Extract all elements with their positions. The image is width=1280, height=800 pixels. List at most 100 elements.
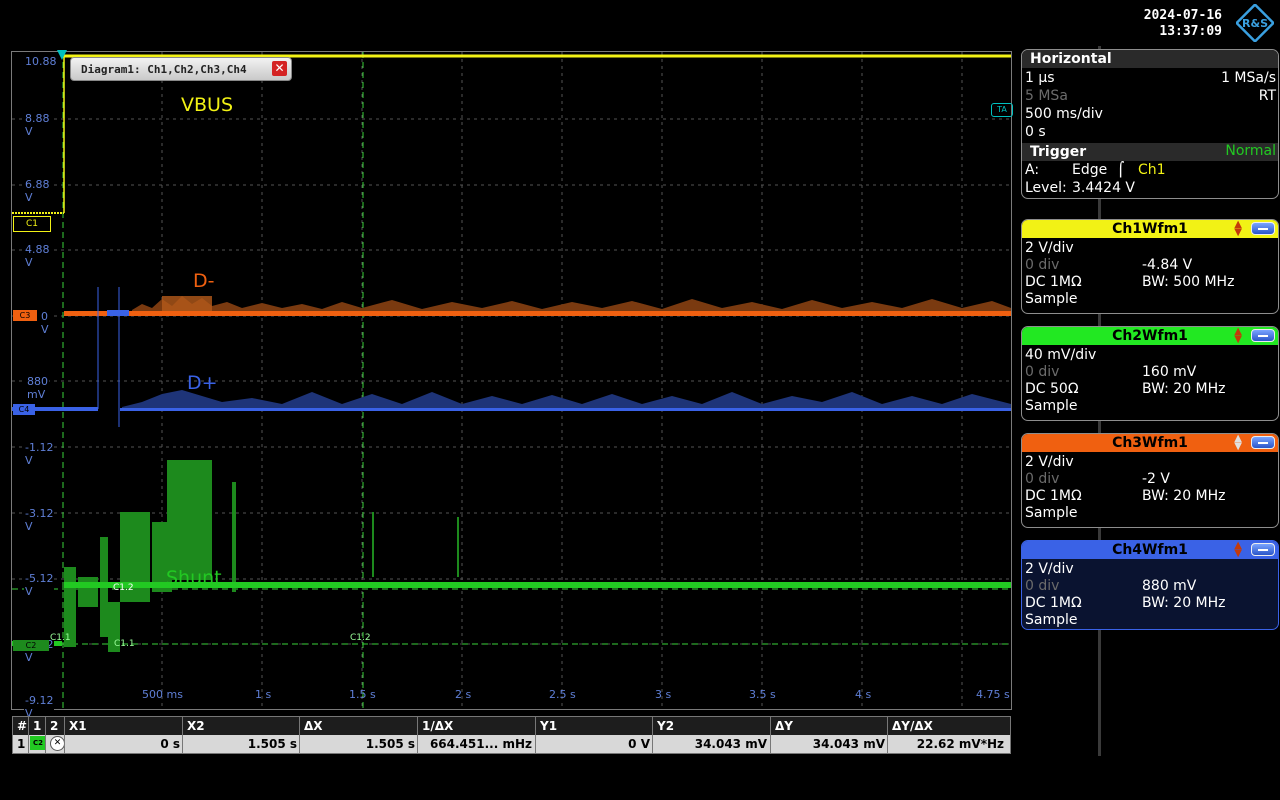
trigger-source-label: A: xyxy=(1025,162,1040,178)
x-label: 1.5 s xyxy=(349,688,376,701)
ch3-coupling: DC 1MΩ xyxy=(1025,488,1082,504)
x-label: 3.5 s xyxy=(749,688,776,701)
trigger-channel: Ch1 xyxy=(1138,162,1166,178)
minimize-button[interactable] xyxy=(1251,543,1275,556)
dydx-value: 22.62 mV*Hz xyxy=(916,737,1004,751)
horizontal-position: 0 s xyxy=(1025,124,1046,140)
rising-edge-icon: ⌠ xyxy=(1117,162,1125,178)
minimize-button[interactable] xyxy=(1251,222,1275,235)
ch3-waveform xyxy=(64,296,1011,316)
header-cell: 1/ΔX xyxy=(422,719,454,733)
x-label: 4 s xyxy=(855,688,872,701)
ch2-offset: 160 mV xyxy=(1142,364,1197,380)
x2-value: 1.505 s xyxy=(247,737,297,751)
ch3-acq: Sample xyxy=(1025,505,1078,521)
x1-value: 0 s xyxy=(160,737,180,751)
x-label: 3 s xyxy=(655,688,672,701)
cursor-tag-c1-2[interactable]: C1.2 xyxy=(350,633,371,643)
horizontal-trigger-box[interactable]: Horizontal 1 µs 1 MSa/s 5 MSa RT 500 ms/… xyxy=(1021,49,1279,199)
ch3-offset-div: 0 div xyxy=(1025,471,1060,487)
ch4-scale: 2 V/div xyxy=(1025,561,1074,577)
table-row[interactable]: 1 C2 ✕ 0 s 1.505 s 1.505 s 664.451... mH… xyxy=(13,735,1010,753)
ch1-acq: Sample xyxy=(1025,291,1078,307)
reorder-arrows-icon[interactable]: ▲ ▼ xyxy=(1234,541,1242,559)
ch4-offset-div: 0 div xyxy=(1025,578,1060,594)
ch4-bw: BW: 20 MHz xyxy=(1142,595,1226,611)
y-label: -3.12 V xyxy=(24,507,55,533)
ch1-box[interactable]: Ch1Wfm1 ▲ ▼ 2 V/div 0 div -4.84 V DC 1MΩ … xyxy=(1021,219,1279,314)
ch1-offset-div: 0 div xyxy=(1025,257,1060,273)
close-icon[interactable]: ✕ xyxy=(272,61,287,76)
ch2-bw: BW: 20 MHz xyxy=(1142,381,1226,397)
y-label: 6.88 V xyxy=(24,178,51,204)
ch1-bw: BW: 500 MHz xyxy=(1142,274,1235,290)
minimize-button[interactable] xyxy=(1251,436,1275,449)
y-label: -5.12 V xyxy=(24,572,55,598)
ch4-marker[interactable]: C4 xyxy=(13,404,35,415)
ch3-marker[interactable]: C3 xyxy=(13,310,37,321)
y-label: 8.88 V xyxy=(24,112,51,138)
ch1-coupling: DC 1MΩ xyxy=(1025,274,1082,290)
horizontal-resolution: 1 µs xyxy=(1025,70,1055,86)
y1-value: 0 V xyxy=(628,737,650,751)
datetime-display: 2024-07-16 13:37:09 xyxy=(1144,8,1222,40)
trigger-marker[interactable]: TA xyxy=(991,103,1013,117)
x-label: 4.75 s xyxy=(976,688,1010,701)
ch3-scale: 2 V/div xyxy=(1025,454,1074,470)
reorder-arrows-icon[interactable]: ▲ ▼ xyxy=(1234,434,1242,452)
ch4-coupling: DC 1MΩ xyxy=(1025,595,1082,611)
dx-value: 1.505 s xyxy=(365,737,415,751)
x-label: 2.5 s xyxy=(549,688,576,701)
y-label: 4.88 V xyxy=(24,243,51,269)
header-cell: ΔX xyxy=(304,719,323,733)
trigger-mode: Normal xyxy=(1225,143,1276,159)
x-label: 2 s xyxy=(455,688,472,701)
waveform-diagram[interactable] xyxy=(11,51,1012,710)
ch3-bw: BW: 20 MHz xyxy=(1142,488,1226,504)
header-cell: X1 xyxy=(69,719,87,733)
cursor-tag-c1-1[interactable]: C1.1 xyxy=(50,633,71,643)
logo-text: R&S xyxy=(1242,17,1268,30)
y-label: -1.12 V xyxy=(24,441,55,467)
shunt-label: Shunt xyxy=(166,567,222,589)
cursor-results-table[interactable]: # 1 2 X1 X2 ΔX 1/ΔX Y1 Y2 ΔY ΔY/ΔX 1 C2 … xyxy=(12,716,1011,754)
dminus-label: D- xyxy=(193,270,215,292)
x-label: 500 ms xyxy=(142,688,183,701)
header-cell: Y2 xyxy=(657,719,675,733)
trigger-level-label: Level: xyxy=(1025,180,1067,196)
ch3-box[interactable]: Ch3Wfm1 ▲ ▼ 2 V/div 0 div -2 V DC 1MΩ BW:… xyxy=(1021,433,1279,528)
row-index: 1 xyxy=(17,737,26,751)
trigger-type: Edge xyxy=(1072,162,1108,178)
horizontal-mode: RT xyxy=(1258,88,1276,104)
ch4-offset: 880 mV xyxy=(1142,578,1197,594)
vbus-label: VBUS xyxy=(181,94,233,116)
cursor-tag-c1-2-b[interactable]: C1.2 xyxy=(113,583,134,593)
ch4-acq: Sample xyxy=(1025,612,1078,628)
header-cell: X2 xyxy=(187,719,205,733)
header-cell: # xyxy=(17,719,28,733)
y2-value: 34.043 mV xyxy=(694,737,767,751)
rs-logo-icon[interactable]: R&S xyxy=(1236,4,1274,42)
reorder-arrows-icon[interactable]: ▲ ▼ xyxy=(1234,327,1242,345)
ch2-box[interactable]: Ch2Wfm1 ▲ ▼ 40 mV/div 0 div 160 mV DC 50Ω… xyxy=(1021,326,1279,421)
cursor-tag-c1-1-b[interactable]: C1.1 xyxy=(114,639,135,649)
waveform-canvas[interactable] xyxy=(12,52,1011,709)
ch2-acq: Sample xyxy=(1025,398,1078,414)
ch2-scale: 40 mV/div xyxy=(1025,347,1097,363)
header-cell: 1 xyxy=(33,719,42,733)
minimize-button[interactable] xyxy=(1251,329,1275,342)
y-label: 0 V xyxy=(40,310,50,336)
diagram-tab[interactable]: Diagram1: Ch1,Ch2,Ch3,Ch4 ✕ xyxy=(70,57,292,81)
trigger-level: 3.4424 V xyxy=(1072,180,1136,196)
cursor-source-badge[interactable]: C2 xyxy=(30,736,46,750)
reorder-arrows-icon[interactable]: ▲ ▼ xyxy=(1234,220,1242,238)
ch4-box[interactable]: Ch4Wfm1 ▲ ▼ 2 V/div 0 div 880 mV DC 1MΩ B… xyxy=(1021,540,1279,630)
dplus-label: D+ xyxy=(187,372,218,394)
ch2-coupling: DC 50Ω xyxy=(1025,381,1079,397)
cursor-toggle-icon[interactable]: ✕ xyxy=(50,736,65,751)
horizontal-title: Horizontal xyxy=(1022,50,1278,68)
ch2-marker[interactable]: C2 xyxy=(13,640,49,651)
diagram-tab-label: Diagram1: Ch1,Ch2,Ch3,Ch4 xyxy=(81,63,247,76)
dy-value: 34.043 mV xyxy=(812,737,885,751)
ch1-marker[interactable]: C1 xyxy=(13,216,51,232)
